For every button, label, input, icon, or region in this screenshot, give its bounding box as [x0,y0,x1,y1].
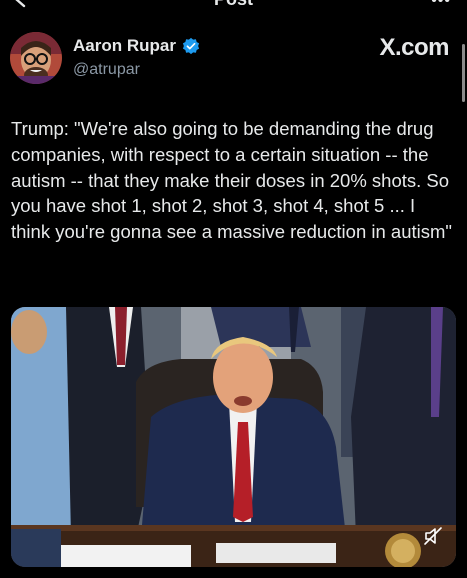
mute-icon[interactable] [422,525,444,547]
video-frame [11,307,456,567]
more-icon[interactable]: ••• [431,0,451,10]
source-label: X.com [379,34,449,61]
post-header: Aaron Rupar @atrupar X.com [10,32,455,88]
post-media-video[interactable] [11,307,456,567]
post-text: Trump: "We're also going to be demanding… [11,118,455,243]
verified-badge-icon [182,37,200,55]
scrollbar[interactable] [462,44,465,102]
author-name[interactable]: Aaron Rupar [73,36,176,56]
top-navigation-bar: Post ••• [0,0,467,14]
page-title: Post [0,0,467,10]
avatar[interactable] [10,32,62,84]
author-handle[interactable]: @atrupar [73,61,140,79]
